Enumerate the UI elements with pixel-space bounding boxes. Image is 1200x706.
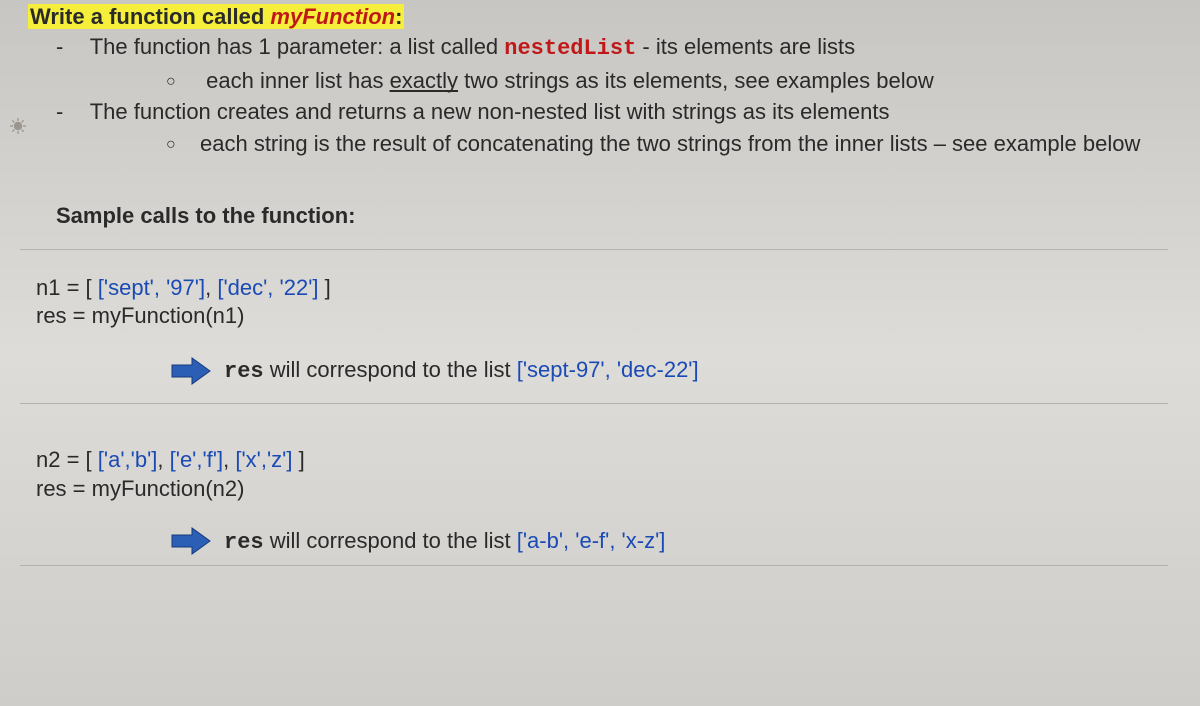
ex1-line2: res = myFunction(n1): [36, 302, 1158, 331]
param-code: nestedList: [504, 36, 636, 61]
ex1-result-text: res will correspond to the list ['sept-9…: [224, 357, 699, 384]
example-2: n2 = [ ['a','b'], ['e','f'], ['x','z'] ]…: [20, 422, 1168, 566]
ex2-line1: n2 = [ ['a','b'], ['e','f'], ['x','z'] ]: [36, 446, 1158, 475]
gear-icon: [10, 118, 26, 134]
ex2-result-text: res will correspond to the list ['a-b', …: [224, 528, 665, 555]
arrow-icon: [170, 355, 212, 387]
ex2-line2: res = myFunction(n2): [36, 475, 1158, 504]
bullet-1: The function has 1 parameter: a list cal…: [56, 32, 1180, 95]
title-prefix: Write a function called: [30, 4, 270, 29]
bullet-list: The function has 1 parameter: a list cal…: [8, 32, 1180, 159]
example-1: n1 = [ ['sept', '97'], ['dec', '22'] ] r…: [20, 249, 1168, 404]
sample-heading: Sample calls to the function:: [56, 203, 1180, 229]
bullet-2a: each string is the result of concatenati…: [166, 129, 1180, 159]
ex1-result-row: res will correspond to the list ['sept-9…: [170, 355, 1158, 387]
ex2-result-row: res will correspond to the list ['a-b', …: [170, 525, 1158, 557]
ex1-line1: n1 = [ ['sept', '97'], ['dec', '22'] ]: [36, 274, 1158, 303]
bullet-1a: each inner list has exactly two strings …: [166, 66, 1180, 96]
problem-title: Write a function called myFunction:: [28, 4, 1180, 30]
title-function-name: myFunction: [270, 4, 395, 29]
title-suffix: :: [395, 4, 402, 29]
arrow-icon: [170, 525, 212, 557]
bullet-2: The function creates and returns a new n…: [56, 97, 1180, 158]
